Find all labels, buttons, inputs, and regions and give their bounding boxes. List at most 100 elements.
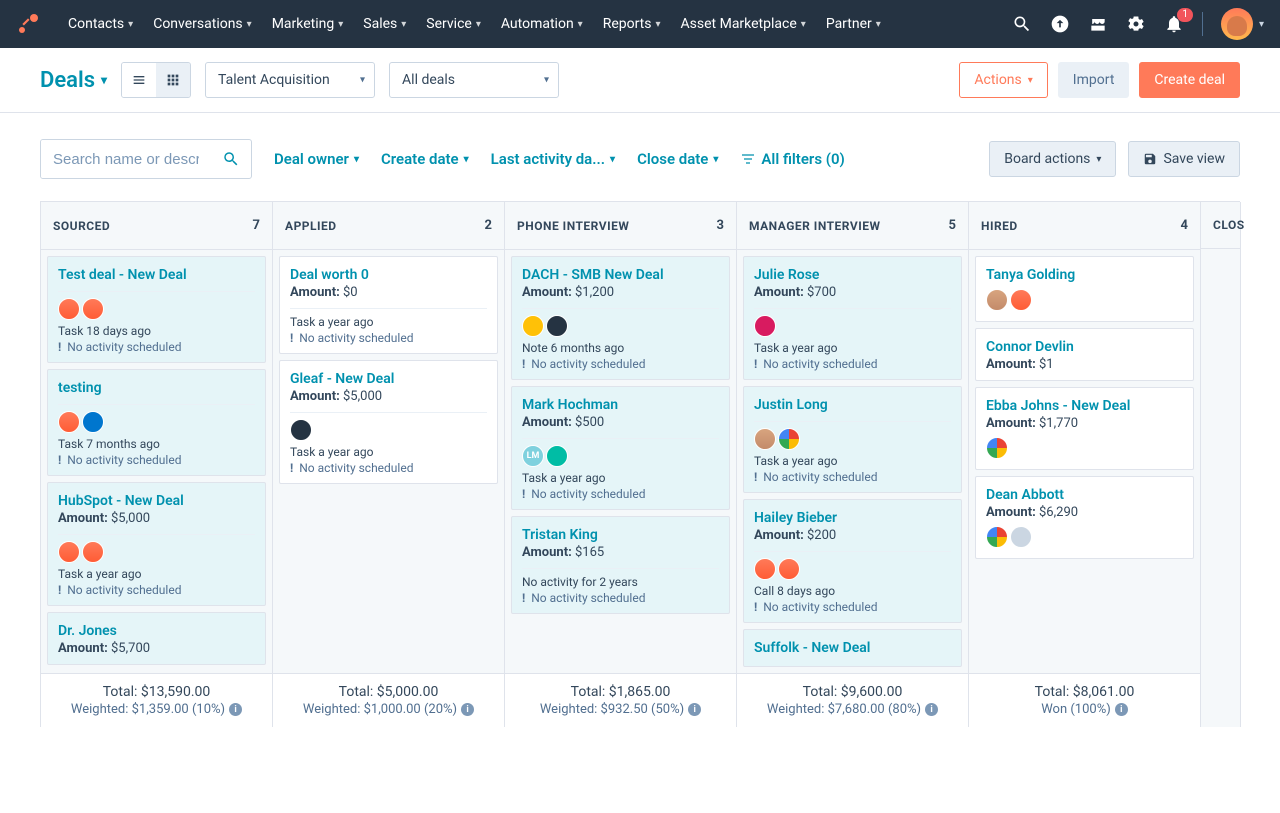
column-header: CLOS [1201,202,1240,249]
deal-amount: Amount: $1 [986,357,1183,372]
filter-create-date[interactable]: Create date▾ [381,150,469,168]
deal-card[interactable]: Dr. JonesAmount: $5,700 [47,612,266,665]
deal-no-activity: No activity scheduled [754,357,951,371]
column-body: Deal worth 0Amount: $0Task a year agoNo … [273,250,504,673]
deal-title: Justin Long [754,397,951,413]
column-count: 5 [949,218,956,233]
nav-item-sales[interactable]: Sales▾ [355,10,414,38]
deal-card[interactable]: Ebba Johns - New DealAmount: $1,770 [975,387,1194,470]
deal-no-activity: No activity scheduled [522,591,719,605]
column-footer: Total: $8,061.00Won (100%)i [969,673,1200,727]
deal-amount: Amount: $5,000 [290,389,487,404]
save-view-button[interactable]: Save view [1128,141,1240,177]
create-deal-button[interactable]: Create deal [1139,62,1240,98]
chevron-down-icon: ▾ [401,19,406,30]
actions-button[interactable]: Actions▾ [959,62,1047,98]
deal-card[interactable]: Gleaf - New DealAmount: $5,000Task a yea… [279,360,498,484]
nav-item-conversations[interactable]: Conversations▾ [145,10,260,38]
deal-card[interactable]: testingTask 7 months agoNo activity sche… [47,369,266,476]
board-column: SOURCED7Test deal - New DealTask 18 days… [41,202,273,727]
info-icon[interactable]: i [229,703,242,716]
marketplace-icon[interactable] [1088,14,1108,34]
deal-last-activity: Task a year ago [522,471,719,485]
info-icon[interactable]: i [1115,703,1128,716]
save-icon [1143,152,1157,166]
deal-card[interactable]: Tanya Golding [975,256,1194,322]
deal-avatars [986,526,1183,548]
deal-no-activity: No activity scheduled [754,470,951,484]
deal-avatars [58,541,255,563]
board-column: MANAGER INTERVIEW5Julie RoseAmount: $700… [737,202,969,727]
nav-item-asset-marketplace[interactable]: Asset Marketplace▾ [673,10,814,38]
deal-card[interactable]: Justin LongTask a year agoNo activity sc… [743,386,962,493]
deal-no-activity: No activity scheduled [522,357,719,371]
deal-filter-select[interactable]: All deals [389,62,559,98]
deal-title: Dean Abbott [986,487,1183,503]
deal-card[interactable]: DACH - SMB New DealAmount: $1,200Note 6 … [511,256,730,380]
nav-item-contacts[interactable]: Contacts▾ [60,10,141,38]
board-column: PHONE INTERVIEW3 DACH - SMB New DealAmoun… [505,202,737,727]
deal-last-activity: Task 18 days ago [58,324,255,338]
column-header: APPLIED2 [273,202,504,250]
column-header: HIRED4 [969,202,1200,250]
chevron-down-icon: ▾ [101,73,107,87]
nav-item-partner[interactable]: Partner▾ [818,10,889,38]
deal-no-activity: No activity scheduled [754,600,951,614]
column-body: Test deal - New DealTask 18 days agoNo a… [41,250,272,673]
nav-item-reports[interactable]: Reports▾ [595,10,669,38]
chevron-down-icon: ▾ [656,19,661,30]
board-actions-button[interactable]: Board actions▾ [989,141,1116,177]
filter-all-filters[interactable]: All filters (0) [740,150,844,168]
board-column: HIRED4 Tanya Golding Connor DevlinAmount: … [969,202,1201,727]
page-title-dropdown[interactable]: Deals ▾ [40,68,107,93]
deal-card[interactable]: Test deal - New DealTask 18 days agoNo a… [47,256,266,363]
account-menu[interactable]: ▾ [1221,8,1264,40]
avatar-icon [1010,526,1032,548]
nav-item-marketing[interactable]: Marketing▾ [264,10,352,38]
board-view-button[interactable] [156,63,190,97]
deal-amount: Amount: $500 [522,415,719,430]
nav-left: Contacts▾Conversations▾Marketing▾Sales▾S… [16,10,889,38]
info-icon[interactable]: i [461,703,474,716]
column-weighted: Weighted: $1,000.00 (20%)i [281,702,496,717]
deal-card[interactable]: HubSpot - New DealAmount: $5,000Task a y… [47,482,266,606]
filter-deal-owner[interactable]: Deal owner▾ [274,150,359,168]
deal-card[interactable]: Deal worth 0Amount: $0Task a year agoNo … [279,256,498,354]
upgrade-icon[interactable] [1050,14,1070,34]
hubspot-logo-icon[interactable] [16,12,40,36]
column-footer: Total: $1,865.00Weighted: $932.50 (50%)i [505,673,736,727]
search-input[interactable] [41,140,211,178]
import-button[interactable]: Import [1058,62,1130,98]
search-button[interactable] [211,139,251,179]
top-nav: Contacts▾Conversations▾Marketing▾Sales▾S… [0,0,1280,48]
pipeline-select[interactable]: Talent Acquisition [205,62,375,98]
deal-last-activity: Task a year ago [754,341,951,355]
notifications-bell-icon[interactable]: 1 [1164,14,1184,34]
filter-last-activity[interactable]: Last activity da...▾ [491,150,615,168]
board-column: APPLIED2 Deal worth 0Amount: $0Task a yea… [273,202,505,727]
deal-card[interactable]: Dean AbbottAmount: $6,290 [975,476,1194,559]
list-view-button[interactable] [122,63,156,97]
deal-card[interactable]: Hailey BieberAmount: $200Call 8 days ago… [743,499,962,623]
nav-item-service[interactable]: Service▾ [418,10,489,38]
info-icon[interactable]: i [688,703,701,716]
deal-avatars [754,428,951,450]
search-icon[interactable] [1012,14,1032,34]
deal-card[interactable]: Connor DevlinAmount: $1 [975,328,1194,381]
filter-close-date[interactable]: Close date▾ [637,150,718,168]
user-avatar-icon [1221,8,1253,40]
deal-card[interactable]: Suffolk - New Deal [743,629,962,667]
deal-card[interactable]: Tristan KingAmount: $165No activity for … [511,516,730,614]
chevron-down-icon: ▾ [247,19,252,30]
info-icon[interactable]: i [925,703,938,716]
settings-gear-icon[interactable] [1126,14,1146,34]
column-header: PHONE INTERVIEW3 [505,202,736,250]
deal-card[interactable]: Mark HochmanAmount: $500LMTask a year ag… [511,386,730,510]
deal-avatars [754,558,951,580]
deal-title: Tristan King [522,527,719,543]
deal-title: Gleaf - New Deal [290,371,487,387]
nav-item-automation[interactable]: Automation▾ [493,10,591,38]
deal-card[interactable]: Julie RoseAmount: $700Task a year agoNo … [743,256,962,380]
deal-title: Mark Hochman [522,397,719,413]
column-body: Julie RoseAmount: $700Task a year agoNo … [737,250,968,673]
